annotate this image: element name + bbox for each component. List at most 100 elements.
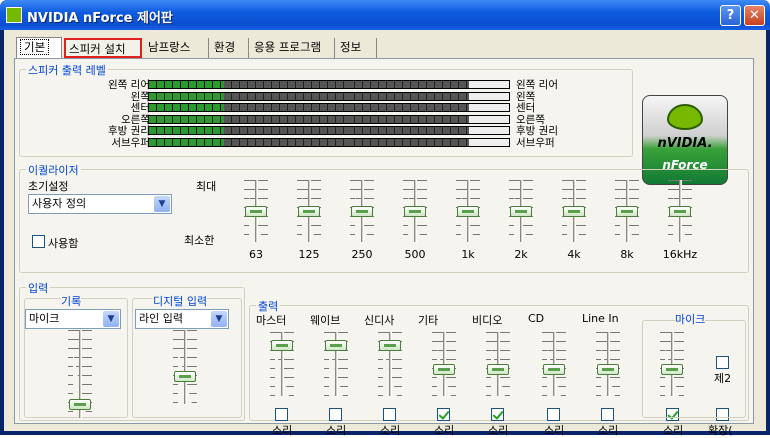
output-slider-Line In[interactable] [596, 332, 620, 396]
tab-applications[interactable]: 응용 프로그램 [251, 38, 335, 58]
level-meter [148, 114, 510, 124]
tab-environment[interactable]: 환경 [211, 38, 249, 58]
meter-fill [149, 81, 224, 88]
output-mute-checkbox[interactable] [437, 408, 450, 421]
eq-freq-label: 250 [351, 248, 373, 261]
slider-thumb[interactable] [245, 206, 267, 217]
output-mute-checkbox[interactable] [275, 408, 288, 421]
slider-thumb[interactable] [379, 340, 401, 351]
output-channel-label: 웨이브 [310, 314, 341, 327]
equalizer-group: 이퀄라이저 초기설정 사용자 정의 ▼ 최대 최소한 사용함 63 125 250 50… [19, 162, 749, 273]
nvidia-app-icon [6, 7, 22, 23]
tab-basic[interactable]: 기본 [16, 37, 62, 59]
output-mute-label: 소리 [380, 424, 401, 437]
meter-track [469, 104, 509, 111]
slider-thumb[interactable] [510, 206, 532, 217]
eq-slider-16kHz[interactable] [668, 180, 692, 242]
slider-thumb[interactable] [457, 206, 479, 217]
slider-thumb[interactable] [271, 340, 293, 351]
digital-input-level-slider[interactable] [173, 330, 197, 404]
level-label-left: 왼쪽 리어 [108, 79, 150, 91]
output-mute-checkbox[interactable] [547, 408, 560, 421]
eq-slider-500[interactable] [403, 180, 427, 242]
help-button[interactable]: ? [720, 5, 741, 26]
slider-thumb[interactable] [669, 206, 691, 217]
output-mute-label: 소리 [272, 424, 293, 437]
slider-thumb[interactable] [616, 206, 638, 217]
output-channel-label: 비디오 [472, 314, 503, 327]
eq-slider-8k[interactable] [615, 180, 639, 242]
slider-thumb[interactable] [543, 364, 565, 375]
meter-empty [347, 127, 469, 134]
digital-input-select[interactable]: 라인 입력 ▼ [135, 309, 229, 329]
slider-thumb[interactable] [351, 206, 373, 217]
output-slider-신디사[interactable] [378, 332, 402, 396]
app-window: NVIDIA nForce 제어판 ? ✕ 기본 스피커 설치 남프랑스 환경 … [0, 0, 770, 437]
slider-thumb[interactable] [404, 206, 426, 217]
record-select[interactable]: 마이크 ▼ [25, 309, 121, 329]
eq-slider-250[interactable] [350, 180, 374, 242]
output-slider-비디오[interactable] [486, 332, 510, 396]
meter-empty [224, 138, 347, 146]
slider-thumb[interactable] [433, 364, 455, 375]
meter-track [469, 81, 509, 88]
level-label-right: 왼쪽 리어 [516, 79, 558, 91]
eq-slider-2k[interactable] [509, 180, 533, 242]
eq-freq-label: 125 [298, 248, 320, 261]
meter-track [469, 115, 509, 123]
output-mute-checkbox[interactable] [383, 408, 396, 421]
output-mute-label: 소리 [326, 424, 347, 437]
output-mute-checkbox[interactable] [329, 408, 342, 421]
meter-empty [224, 81, 347, 88]
slider-thumb[interactable] [174, 371, 196, 382]
record-level-slider[interactable] [68, 330, 92, 418]
output-mute-checkbox[interactable] [601, 408, 614, 421]
output-mute-checkbox[interactable] [491, 408, 504, 421]
eq-freq-label: 1k [461, 248, 475, 261]
meter-empty [347, 104, 469, 111]
tab-speaker-setup[interactable]: 스피커 설치 [64, 38, 142, 58]
output-slider-기타[interactable] [432, 332, 456, 396]
meter-empty [224, 115, 347, 123]
eq-slider-4k[interactable] [562, 180, 586, 242]
title-bar[interactable]: NVIDIA nForce 제어판 ? ✕ [0, 0, 770, 30]
tab-south-france[interactable]: 남프랑스 [145, 38, 209, 58]
slider-thumb[interactable] [325, 340, 347, 351]
record-label: 기록 [61, 293, 82, 309]
output-mute-label: 소리 [488, 424, 509, 437]
eq-slider-125[interactable] [297, 180, 321, 242]
eq-max-label: 최대 [196, 180, 217, 193]
output-slider-마스터[interactable] [270, 332, 294, 396]
level-meter [148, 103, 510, 112]
chevron-down-icon[interactable]: ▼ [154, 196, 170, 212]
slider-thumb[interactable] [597, 364, 619, 375]
eq-slider-1k[interactable] [456, 180, 480, 242]
output-mute-label: 소리 [598, 424, 619, 437]
preset-select[interactable]: 사용자 정의 ▼ [28, 194, 172, 214]
output-group: 출력 마스터 소리 웨이브 소리 신디사 소리 기타 소리 비디오 소리 CD 소리 Line In 소리… [249, 298, 749, 437]
record-value: 마이크 [29, 312, 60, 325]
mic-label: 마이크 [675, 311, 706, 327]
slider-thumb[interactable] [298, 206, 320, 217]
slider-thumb[interactable] [487, 364, 509, 375]
mic-mute-label: 소리 [663, 424, 684, 437]
output-slider-CD[interactable] [542, 332, 566, 396]
meter-empty [347, 138, 469, 146]
close-button[interactable]: ✕ [744, 5, 765, 26]
meter-fill [149, 127, 224, 134]
slider-thumb[interactable] [563, 206, 585, 217]
chevron-down-icon[interactable]: ▼ [103, 311, 119, 327]
output-slider-웨이브[interactable] [324, 332, 348, 396]
group-label: 스피커 출력 레벨 [26, 62, 108, 78]
meter-fill [149, 138, 224, 146]
digital-input-label: 디지털 입력 [153, 293, 208, 309]
level-label-right: 오른쪽 [516, 113, 545, 126]
eq-slider-63[interactable] [244, 180, 268, 242]
chevron-down-icon[interactable]: ▼ [211, 311, 227, 327]
meter-track [469, 127, 509, 134]
slider-thumb[interactable] [69, 399, 91, 410]
tab-info[interactable]: 정보 [337, 38, 377, 58]
eq-enable-checkbox[interactable] [32, 235, 45, 248]
speaker-level-group: 스피커 출력 레벨 왼쪽 리어 왼쪽 리어 왼쪽 왼쪽 센터 센터 오른쪽 오른쪽 후방 권리 후… [19, 62, 633, 157]
level-label-right: 서브우퍼 [516, 136, 555, 149]
